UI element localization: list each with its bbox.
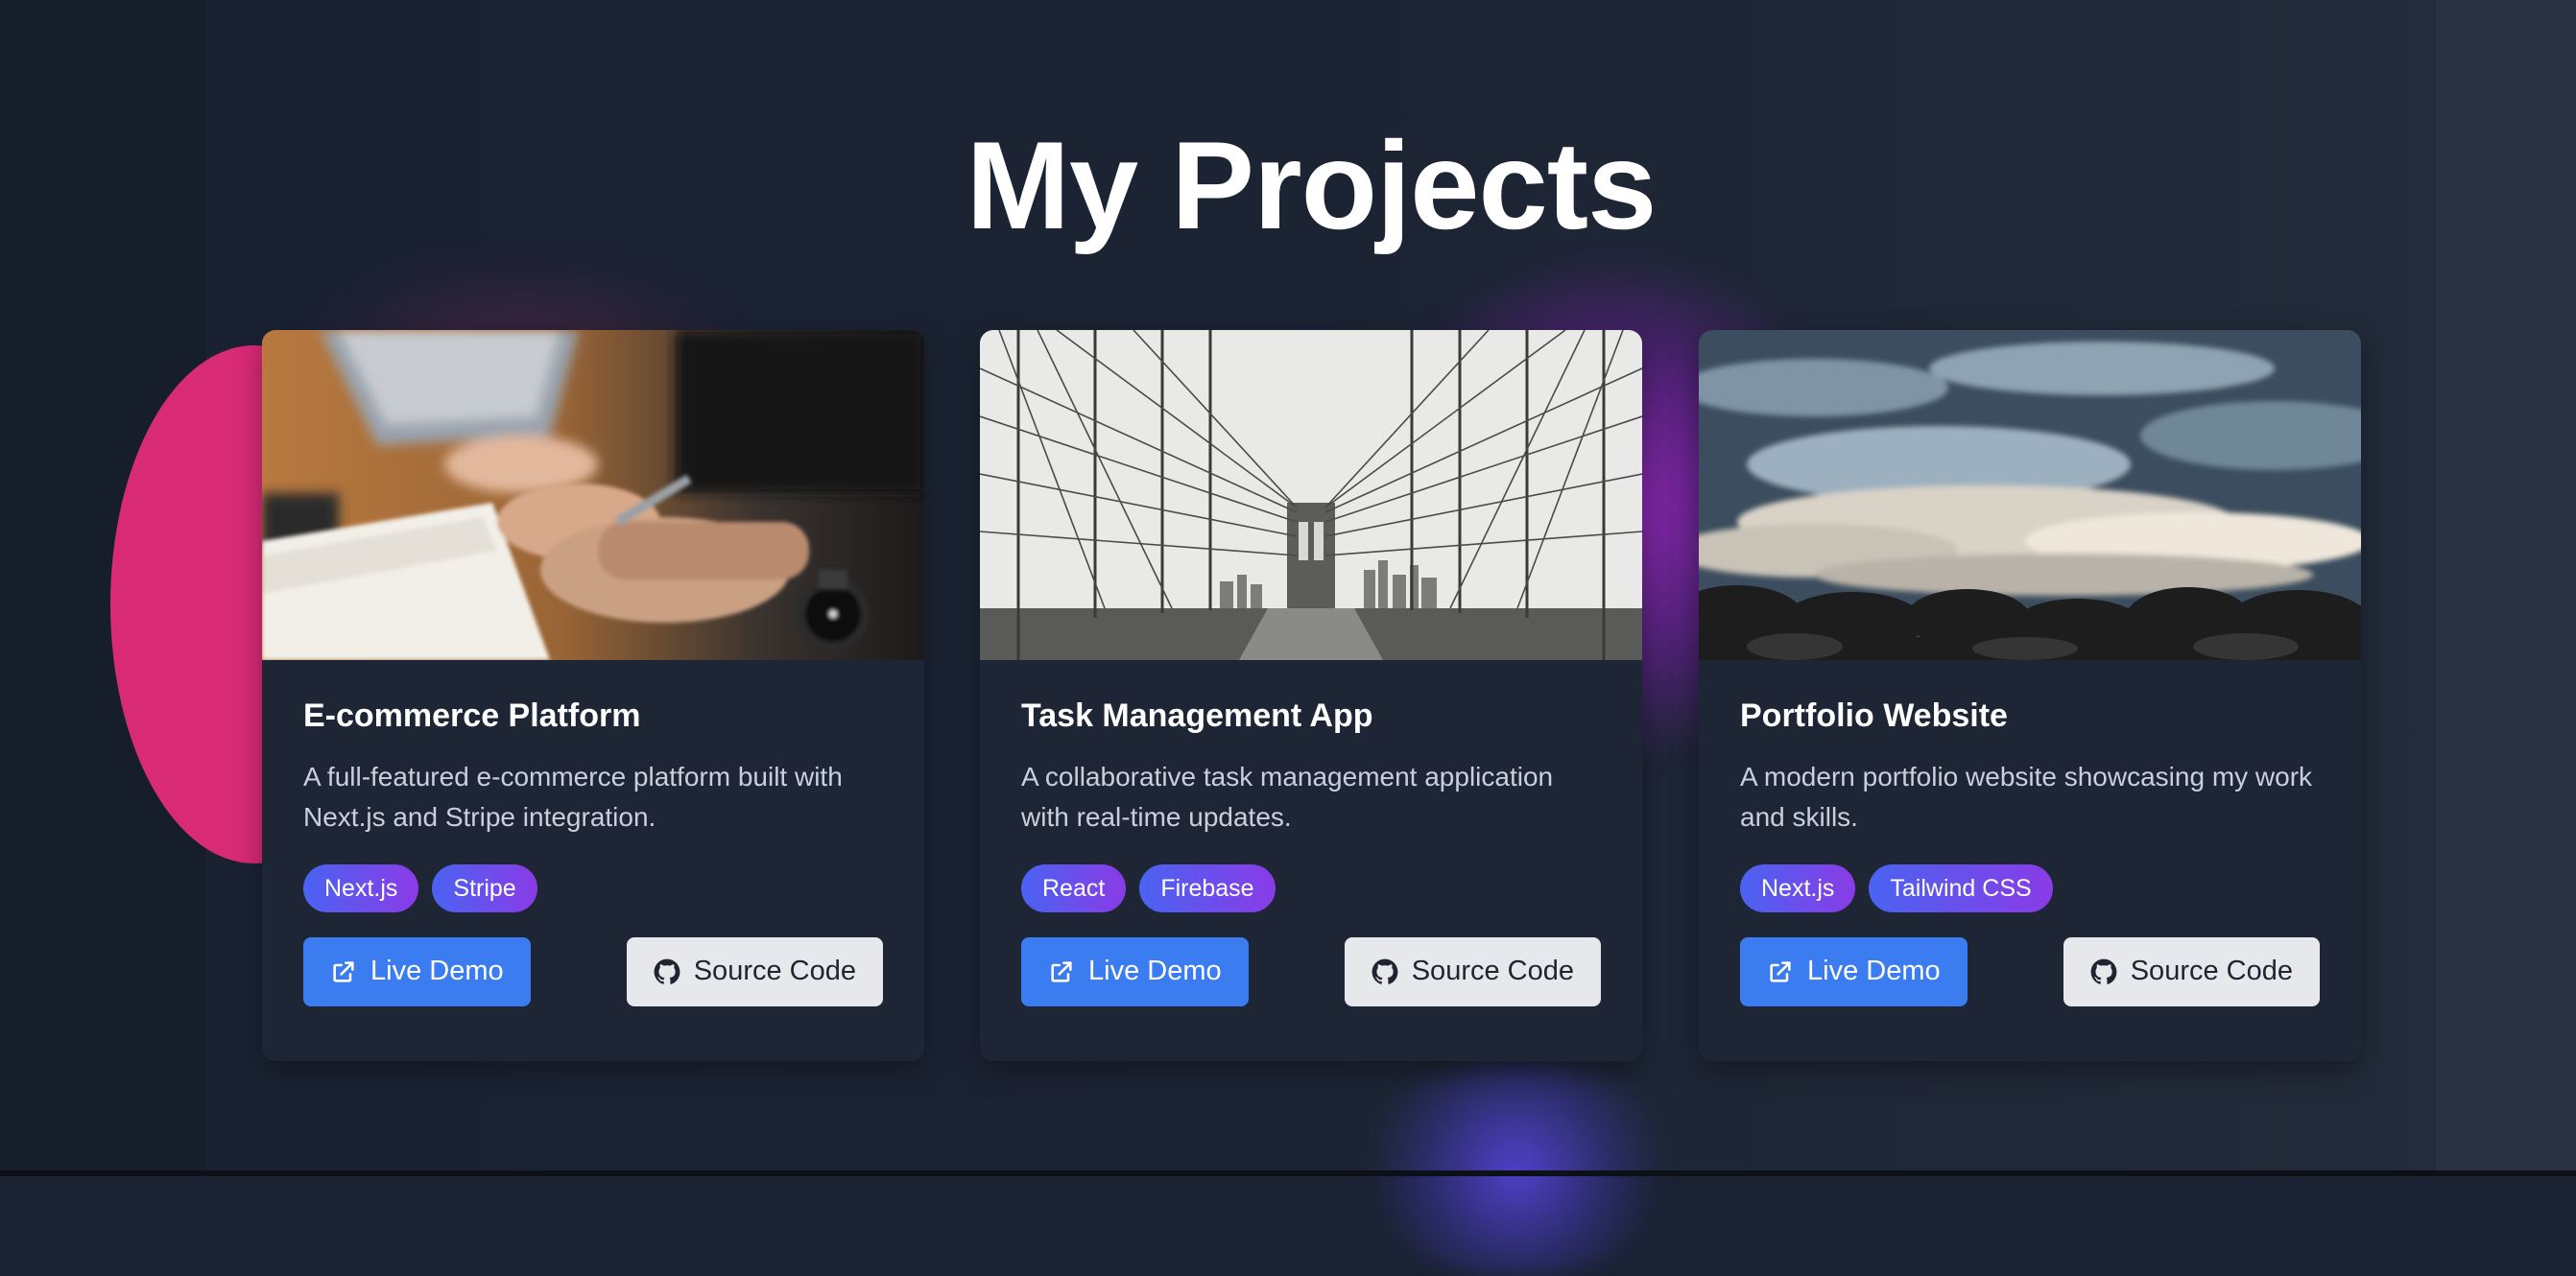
source-code-label: Source Code [693, 956, 856, 987]
live-demo-button[interactable]: Live Demo [1740, 936, 1968, 1006]
tag-badge: Next.js [303, 863, 419, 912]
source-code-button[interactable]: Source Code [1344, 936, 1601, 1006]
live-demo-label: Live Demo [370, 956, 504, 987]
github-icon [2090, 958, 2117, 984]
ocean-waves-photo [1699, 330, 2361, 660]
project-title: Task Management App [1021, 697, 1373, 734]
source-code-label: Source Code [2130, 956, 2293, 987]
live-demo-button[interactable]: Live Demo [1021, 936, 1249, 1006]
tag-badge: Stripe [432, 863, 537, 912]
tag-badge: Tailwind CSS [1869, 863, 2053, 912]
tag-badge: Next.js [1740, 863, 1856, 912]
github-icon [1371, 958, 1398, 984]
live-demo-label: Live Demo [1807, 956, 1941, 987]
project-description: A modern portfolio website showcasing my… [1740, 761, 2313, 832]
tag-list: React Firebase [1021, 863, 1601, 912]
tag-badge: Firebase [1139, 863, 1276, 912]
project-description: A collaborative task management applicat… [1021, 761, 1554, 832]
live-demo-label: Live Demo [1088, 956, 1222, 987]
live-demo-button[interactable]: Live Demo [303, 936, 531, 1006]
tag-list: Next.js Stripe [303, 863, 883, 912]
project-card-portfolio: Portfolio Website A modern portfolio web… [1699, 330, 2361, 1061]
source-code-button[interactable]: Source Code [626, 936, 883, 1006]
page-title: My Projects [966, 115, 1658, 255]
laptop-notebook-photo [262, 330, 924, 660]
project-title: Portfolio Website [1740, 697, 2008, 734]
bottom-edge [0, 1170, 2576, 1176]
external-link-icon [1770, 961, 1791, 982]
external-link-icon [333, 961, 354, 982]
project-card-ecommerce: E-commerce Platform A full-featured e-co… [262, 330, 924, 1061]
suspension-bridge-photo [980, 330, 1642, 660]
source-code-button[interactable]: Source Code [2063, 936, 2320, 1006]
tag-list: Next.js Tailwind CSS [1740, 863, 2320, 912]
project-title: E-commerce Platform [303, 697, 641, 734]
source-code-label: Source Code [1411, 956, 1574, 987]
external-link-icon [1051, 961, 1072, 982]
project-actions: Live Demo Source Code [303, 936, 883, 1006]
project-actions: Live Demo Source Code [1021, 936, 1601, 1006]
project-description: A full-featured e-commerce platform buil… [303, 761, 843, 832]
project-card-task-management: Task Management App A collaborative task… [980, 330, 1642, 1061]
github-icon [654, 958, 680, 984]
tag-badge: React [1021, 863, 1127, 912]
project-actions: Live Demo Source Code [1740, 936, 2320, 1006]
